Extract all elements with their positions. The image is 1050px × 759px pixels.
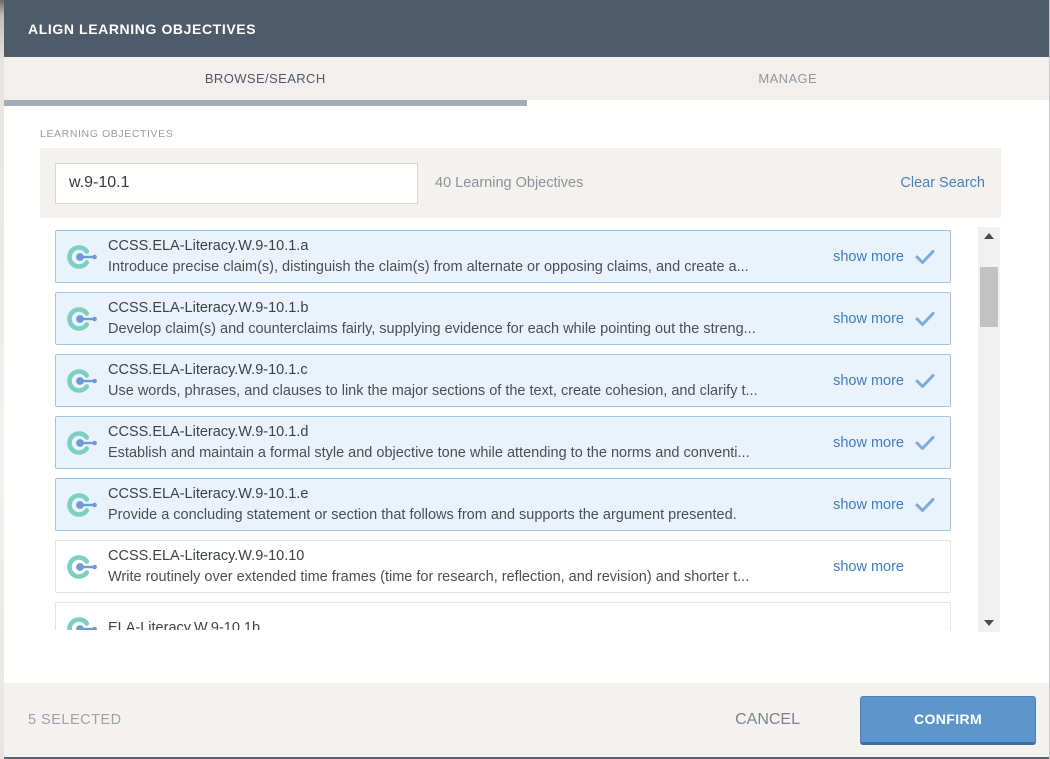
show-more-link[interactable]: show more: [833, 311, 904, 327]
objective-code: CCSS.ELA-Literacy.W.9-10.1.c: [108, 362, 308, 378]
show-more-link[interactable]: show more: [833, 373, 904, 389]
selected-check-icon: [912, 496, 938, 514]
objective-row[interactable]: CCSS.ELA-Literacy.W.9-10.1.b Develop cla…: [55, 292, 951, 345]
objective-row[interactable]: CCSS.ELA-Literacy.W.9-10.10 Write routin…: [55, 540, 951, 593]
show-more-link[interactable]: show more: [833, 559, 904, 575]
learning-objective-target-icon: [66, 490, 100, 520]
dialog-footer: 5 SELECTED CANCEL CONFIRM: [4, 683, 1049, 759]
selected-check-icon: [912, 248, 938, 266]
learning-objective-target-icon: [66, 366, 100, 396]
objective-code: ELA-Literacy.W.9-10.1b: [108, 620, 260, 630]
objective-row[interactable]: CCSS.ELA-Literacy.W.9-10.1.d Establish a…: [55, 416, 951, 469]
active-tab-indicator: [4, 100, 527, 106]
learning-objective-target-icon: [66, 242, 100, 272]
learning-objective-target-icon: [66, 552, 100, 582]
show-more-link[interactable]: show more: [833, 249, 904, 265]
dialog-header: ALIGN LEARNING OBJECTIVES: [4, 0, 1049, 57]
scroll-up-arrow-icon[interactable]: [978, 227, 1000, 245]
tab-browse-search-label: BROWSE/SEARCH: [205, 71, 326, 86]
objective-row[interactable]: CCSS.ELA-Literacy.W.9-10.1.c Use words, …: [55, 354, 951, 407]
selected-check-icon: [912, 434, 938, 452]
selected-check-icon: [912, 310, 938, 328]
learning-objective-target-icon: [66, 304, 100, 334]
objective-code: CCSS.ELA-Literacy.W.9-10.1.e: [108, 486, 308, 502]
learning-objective-target-icon: [66, 614, 100, 631]
selected-check-icon: [912, 372, 938, 390]
objective-code: CCSS.ELA-Literacy.W.9-10.1.d: [108, 424, 308, 440]
clear-search-link[interactable]: Clear Search: [900, 175, 985, 191]
cancel-button[interactable]: CANCEL: [729, 710, 806, 730]
scrollbar-thumb[interactable]: [980, 267, 998, 327]
show-more-link[interactable]: show more: [833, 497, 904, 513]
tab-bar: BROWSE/SEARCH MANAGE: [4, 57, 1049, 100]
tab-manage[interactable]: MANAGE: [527, 57, 1050, 100]
objective-description: Provide a concluding statement or sectio…: [108, 507, 737, 523]
objective-description: Use words, phrases, and clauses to link …: [108, 383, 758, 399]
show-more-link[interactable]: show more: [833, 435, 904, 451]
learning-objective-target-icon: [66, 428, 100, 458]
result-count: 40 Learning Objectives: [435, 175, 900, 191]
objective-description: Establish and maintain a formal style an…: [108, 445, 750, 461]
confirm-button[interactable]: CONFIRM: [860, 696, 1036, 745]
objective-description: Introduce precise claim(s), distinguish …: [108, 259, 749, 275]
objective-row[interactable]: ELA-Literacy.W.9-10.1b: [55, 602, 951, 630]
align-learning-objectives-dialog: ALIGN LEARNING OBJECTIVES BROWSE/SEARCH …: [4, 0, 1050, 759]
objective-code: CCSS.ELA-Literacy.W.9-10.1.a: [108, 238, 308, 254]
search-panel: 40 Learning Objectives Clear Search: [40, 148, 1001, 218]
search-input[interactable]: [55, 163, 418, 204]
objective-row[interactable]: CCSS.ELA-Literacy.W.9-10.1.a Introduce p…: [55, 230, 951, 283]
objective-description: Develop claim(s) and counterclaims fairl…: [108, 321, 756, 337]
selected-count: 5 SELECTED: [28, 712, 729, 728]
objective-code: CCSS.ELA-Literacy.W.9-10.1.b: [108, 300, 308, 316]
scroll-down-arrow-icon[interactable]: [978, 614, 1000, 632]
objectives-list: CCSS.ELA-Literacy.W.9-10.1.a Introduce p…: [55, 230, 951, 630]
objective-description: Write routinely over extended time frame…: [108, 569, 749, 585]
learning-objectives-section-label: LEARNING OBJECTIVES: [40, 128, 173, 140]
dialog-title: ALIGN LEARNING OBJECTIVES: [28, 21, 256, 37]
list-scrollbar[interactable]: [978, 227, 1000, 632]
objective-row[interactable]: CCSS.ELA-Literacy.W.9-10.1.e Provide a c…: [55, 478, 951, 531]
tab-browse-search[interactable]: BROWSE/SEARCH: [4, 57, 527, 100]
tab-manage-label: MANAGE: [758, 71, 817, 86]
objective-code: CCSS.ELA-Literacy.W.9-10.10: [108, 548, 304, 564]
